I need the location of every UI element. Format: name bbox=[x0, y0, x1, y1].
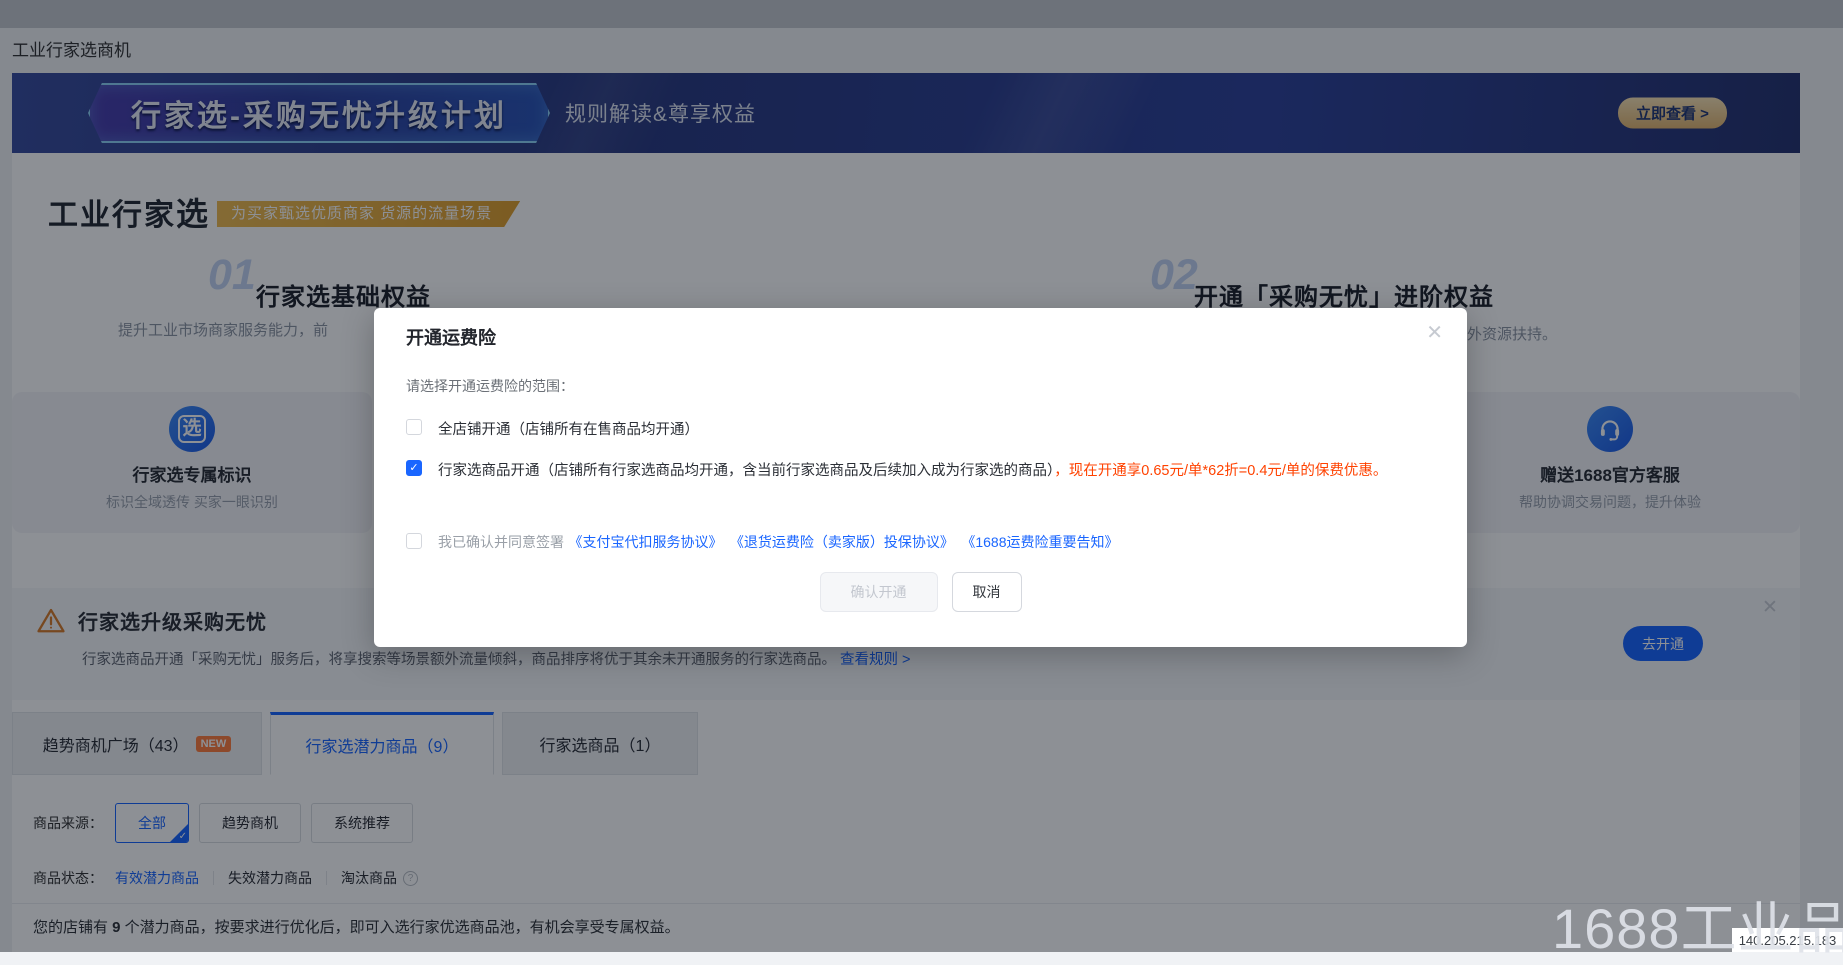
1688-insurance-notice-link[interactable]: 《1688运费险重要告知》 bbox=[961, 534, 1118, 550]
agreement-prefix: 我已确认并同意签署 bbox=[438, 534, 564, 550]
confirm-open-button[interactable]: 确认开通 bbox=[820, 572, 938, 612]
option-expert-products: ✓ 行家选商品开通（店铺所有行家选商品均开通，含当前行家选商品及后续加入成为行家… bbox=[406, 459, 1387, 480]
option-label: 全店铺开通（店铺所有在售商品均开通） bbox=[438, 418, 699, 439]
option-discount-highlight: ，现在开通享0.65元/单*62折=0.4元/单的保费优惠。 bbox=[1054, 463, 1387, 479]
cancel-button[interactable]: 取消 bbox=[952, 572, 1022, 612]
checkbox-agreement[interactable] bbox=[406, 533, 422, 549]
modal-prompt: 请选择开通运费险的范围： bbox=[406, 376, 574, 396]
option-label: 行家选商品开通（店铺所有行家选商品均开通，含当前行家选商品及后续加入成为行家选的… bbox=[438, 463, 1054, 479]
site-watermark: 1688工业品 bbox=[1552, 884, 1843, 965]
checkbox-expert-products[interactable]: ✓ bbox=[406, 460, 422, 476]
return-insurance-agreement-link[interactable]: 《退货运费险（卖家版）投保协议》 bbox=[730, 534, 954, 550]
alipay-agreement-link[interactable]: 《支付宝代扣服务协议》 bbox=[568, 534, 722, 550]
modal-close-icon[interactable]: ✕ bbox=[1426, 320, 1443, 345]
agreement-row: 我已确认并同意签署 《支付宝代扣服务协议》 《退货运费险（卖家版）投保协议》 《… bbox=[406, 532, 1122, 552]
checkbox-whole-store[interactable] bbox=[406, 419, 422, 435]
option-whole-store: 全店铺开通（店铺所有在售商品均开通） bbox=[406, 418, 699, 439]
check-icon: ✓ bbox=[409, 462, 418, 474]
modal-buttons: 确认开通 取消 bbox=[374, 572, 1467, 612]
modal-title: 开通运费险 bbox=[406, 324, 496, 350]
freight-insurance-modal: 开通运费险 ✕ 请选择开通运费险的范围： 全店铺开通（店铺所有在售商品均开通） … bbox=[374, 308, 1467, 647]
